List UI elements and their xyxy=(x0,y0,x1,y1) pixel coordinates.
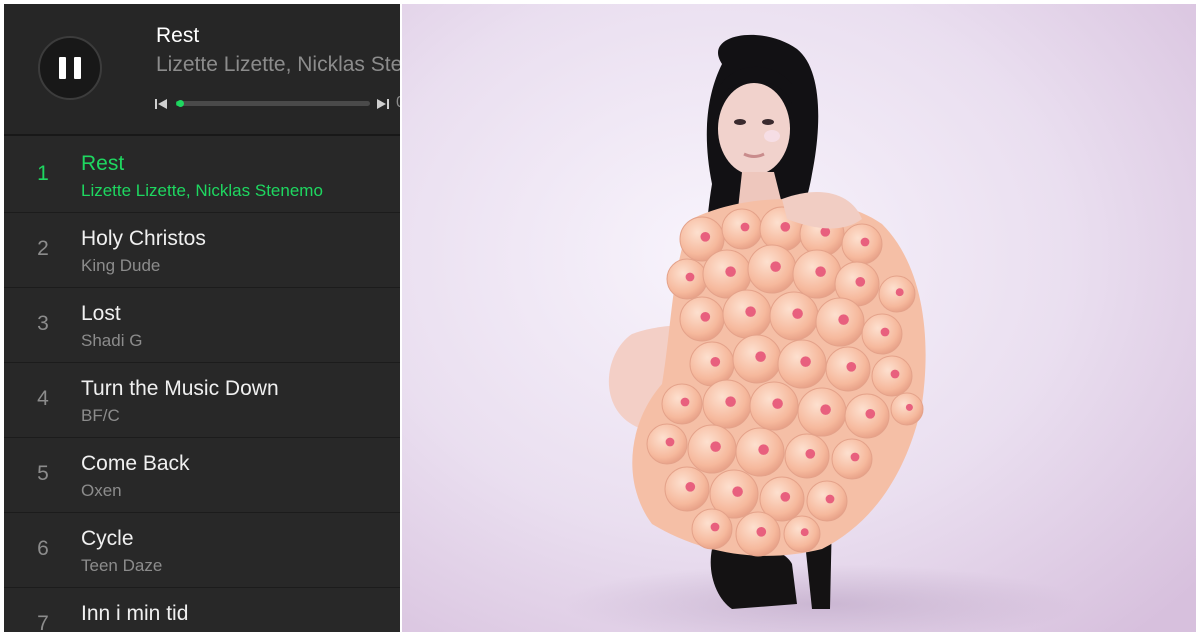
track-number: 4 xyxy=(37,387,49,410)
costume-orb-tip xyxy=(755,351,766,362)
costume-orb-tip xyxy=(710,522,720,532)
costume-orb-tip xyxy=(665,437,675,447)
face xyxy=(718,83,790,175)
track-number: 5 xyxy=(37,462,49,485)
costume-orb-tip xyxy=(805,448,816,459)
photo-illustration xyxy=(402,4,1196,632)
costume-orb-tip xyxy=(732,486,743,497)
track-artist: King Dude xyxy=(81,256,161,275)
skip-next-icon[interactable] xyxy=(376,97,390,111)
track-artist: BF/C xyxy=(81,406,120,425)
costume-orb-tip xyxy=(800,356,811,367)
track-title: Come Back xyxy=(81,452,190,475)
costume-orb-tip xyxy=(770,261,781,272)
track-title: Holy Christos xyxy=(81,227,206,250)
track-title: Turn the Music Down xyxy=(81,377,279,400)
costume-orb-tip xyxy=(772,398,783,409)
face-gem xyxy=(764,130,780,142)
track-title: Rest xyxy=(81,152,125,175)
costume-orb-tip xyxy=(815,266,826,277)
costume-orb-tip xyxy=(792,308,803,319)
costume-orb-tip xyxy=(725,266,736,277)
artist-photo xyxy=(402,4,1196,632)
track-number: 2 xyxy=(37,237,49,260)
pause-button[interactable] xyxy=(38,36,102,100)
track-number: 1 xyxy=(37,162,49,185)
costume-orb-tip xyxy=(800,528,809,537)
elapsed-time: 0 xyxy=(396,94,400,112)
costume-orb-tip xyxy=(710,441,721,452)
costume-orb-tip xyxy=(865,408,876,419)
track-number: 6 xyxy=(37,537,49,560)
track-title: Inn i min tid xyxy=(81,602,189,625)
costume-orb-tip xyxy=(780,491,791,502)
costume-orb-tip xyxy=(710,356,721,367)
costume-orb-tip xyxy=(855,276,866,287)
track-row[interactable]: 6 Cycle Teen Daze xyxy=(4,513,400,588)
track-row[interactable]: 5 Come Back Oxen xyxy=(4,438,400,513)
costume-orb-tip xyxy=(780,221,791,232)
track-artist: Shadi G xyxy=(81,331,143,350)
pause-icon xyxy=(59,57,66,79)
progress-knob[interactable] xyxy=(176,100,184,107)
track-row[interactable]: 3 Lost Shadi G xyxy=(4,288,400,363)
pause-icon-bar xyxy=(74,57,81,79)
music-player-panel: Rest Lizette Lizette, Nicklas Stenemo 0 … xyxy=(4,4,400,632)
now-playing-artist: Lizette Lizette, Nicklas Stenemo xyxy=(156,53,400,76)
costume-orb-tip xyxy=(685,481,696,492)
track-artist: Teen Daze xyxy=(81,556,163,575)
track-number: 7 xyxy=(37,612,49,632)
now-playing-title: Rest xyxy=(156,24,200,47)
costume-orb-tip xyxy=(825,494,835,504)
costume-orb-tip xyxy=(820,404,831,415)
track-list: 1 Rest Lizette Lizette, Nicklas Stenemo 2 Ho… xyxy=(4,138,400,632)
costume-orb-tip xyxy=(700,311,711,322)
costume-orb-tip xyxy=(890,369,900,379)
costume-orb-tip xyxy=(905,403,913,411)
costume-orb-tip xyxy=(740,222,750,232)
track-row[interactable]: 1 Rest Lizette Lizette, Nicklas Stenemo xyxy=(4,138,400,213)
costume-orb-tip xyxy=(880,327,890,337)
track-row[interactable]: 7 Inn i min tid xyxy=(4,588,400,632)
track-row[interactable]: 2 Holy Christos King Dude xyxy=(4,213,400,288)
costume-orb-tip xyxy=(745,306,756,317)
costume-orb-tip xyxy=(895,288,904,297)
right-eye xyxy=(762,119,774,125)
track-artist: Lizette Lizette, Nicklas Stenemo xyxy=(81,181,323,200)
costume-orb-tip xyxy=(838,314,849,325)
costume-orb-tip xyxy=(850,452,860,462)
now-playing-bar: Rest Lizette Lizette, Nicklas Stenemo 0 xyxy=(4,4,400,136)
track-row[interactable]: 4 Turn the Music Down BF/C xyxy=(4,363,400,438)
track-artist: Oxen xyxy=(81,481,122,500)
costume-orb-tip xyxy=(756,526,767,537)
track-title: Lost xyxy=(81,302,121,325)
costume-orb-tip xyxy=(846,361,857,372)
progress-bar[interactable] xyxy=(176,100,370,107)
costume-orb-tip xyxy=(685,272,695,282)
costume-orb-tip xyxy=(700,231,711,242)
costume-orb-tip xyxy=(680,397,690,407)
costume-orb-tip xyxy=(725,396,736,407)
left-eye xyxy=(734,119,746,125)
skip-previous-icon[interactable] xyxy=(154,97,168,111)
costume-orb-tip xyxy=(860,237,870,247)
track-title: Cycle xyxy=(81,527,134,550)
costume-orb-tip xyxy=(758,444,769,455)
track-number: 3 xyxy=(37,312,49,335)
